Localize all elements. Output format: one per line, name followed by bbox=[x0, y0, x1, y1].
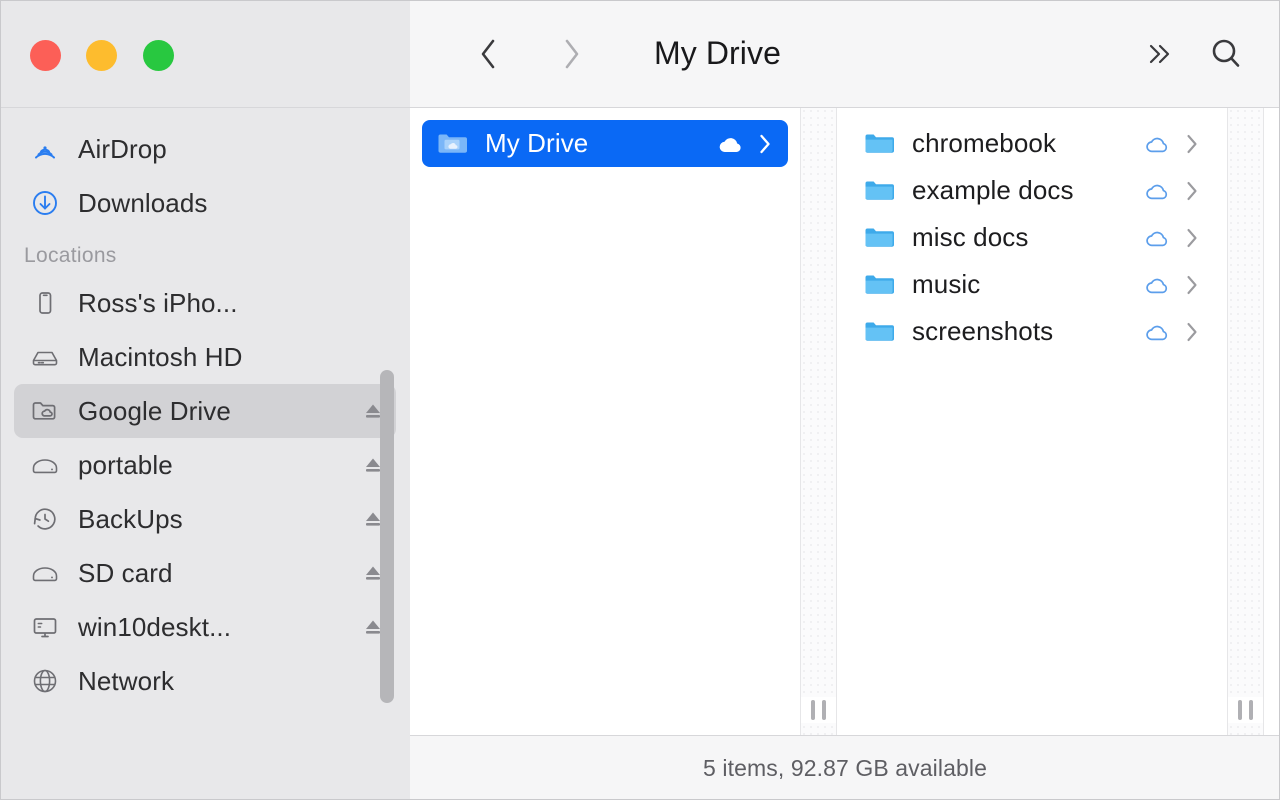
file-name: My Drive bbox=[485, 128, 589, 158]
sidebar-scrollbar[interactable] bbox=[380, 370, 394, 703]
sidebar-section-locations: Locations bbox=[24, 244, 117, 267]
chevron-right-icon[interactable] bbox=[1183, 272, 1201, 298]
sidebar-item-google-drive[interactable]: Google Drive bbox=[14, 384, 396, 438]
downloads-icon bbox=[28, 186, 62, 220]
iphone-icon bbox=[28, 286, 62, 320]
sidebar: AirDrop Downloads Locations Ross's iPho.… bbox=[0, 0, 410, 800]
column-2: chromebook example docs misc docs music … bbox=[837, 108, 1227, 735]
forward-button[interactable] bbox=[548, 31, 594, 77]
sidebar-item-macintosh-hd[interactable]: Macintosh HD bbox=[14, 330, 396, 384]
folder-icon bbox=[861, 126, 897, 162]
grip-bar bbox=[1238, 700, 1242, 720]
search-button[interactable] bbox=[1200, 28, 1252, 80]
grip-bar bbox=[1249, 700, 1253, 720]
file-row-my-drive[interactable]: My Drive bbox=[422, 120, 788, 167]
harddisk-icon bbox=[28, 448, 62, 482]
sidebar-item-label: Ross's iPho... bbox=[78, 287, 238, 318]
cloud-filled-icon bbox=[716, 129, 746, 159]
grip-bar bbox=[811, 700, 815, 720]
sidebar-item-label: SD card bbox=[78, 557, 173, 588]
sidebar-item-label: Macintosh HD bbox=[78, 341, 243, 372]
titlebar-traffic-lights bbox=[0, 0, 410, 108]
file-row-misc-docs[interactable]: misc docs bbox=[849, 214, 1215, 261]
chevron-right-icon[interactable] bbox=[1183, 131, 1201, 157]
sidebar-item-label: Downloads bbox=[78, 187, 208, 218]
cloud-outline-icon bbox=[1143, 129, 1173, 159]
sidebar-item-label: Network bbox=[78, 665, 175, 696]
file-name: music bbox=[912, 269, 981, 299]
drive-folder-icon bbox=[434, 126, 470, 162]
sidebar-list: AirDrop Downloads Locations Ross's iPho.… bbox=[0, 108, 410, 708]
folder-icon bbox=[861, 267, 897, 303]
file-name: screenshots bbox=[912, 316, 1054, 346]
toolbar-overflow-button[interactable] bbox=[1132, 28, 1184, 80]
maximize-button[interactable] bbox=[142, 40, 174, 71]
sidebar-item-win10desktop[interactable]: win10deskt... bbox=[14, 600, 396, 654]
harddisk-icon bbox=[28, 340, 62, 374]
chevron-right-icon[interactable] bbox=[756, 131, 774, 157]
status-bar: 5 items, 92.87 GB available bbox=[410, 736, 1280, 800]
column-resize-grip[interactable] bbox=[1228, 697, 1263, 723]
cloud-outline-icon bbox=[1143, 317, 1173, 347]
column-resize-grip[interactable] bbox=[801, 697, 836, 723]
folder-icon bbox=[861, 220, 897, 256]
display-icon bbox=[28, 610, 62, 644]
content-area: My Drive My Drive chromebook example doc… bbox=[410, 0, 1280, 800]
sidebar-item-portable[interactable]: portable bbox=[14, 438, 396, 492]
close-button[interactable] bbox=[30, 40, 61, 71]
chevron-right-icon[interactable] bbox=[1183, 225, 1201, 251]
sidebar-item-backups[interactable]: BackUps bbox=[14, 492, 396, 546]
file-row-chromebook[interactable]: chromebook bbox=[849, 120, 1215, 167]
toolbar: My Drive bbox=[410, 0, 1280, 108]
status-text: 5 items, 92.87 GB available bbox=[703, 754, 987, 781]
cloud-outline-icon bbox=[1143, 223, 1173, 253]
finder-window: AirDrop Downloads Locations Ross's iPho.… bbox=[0, 0, 1280, 800]
sidebar-item-airdrop[interactable]: AirDrop bbox=[14, 122, 396, 176]
timemachine-icon bbox=[28, 502, 62, 536]
sidebar-item-downloads[interactable]: Downloads bbox=[14, 176, 396, 230]
sidebar-item-sd-card[interactable]: SD card bbox=[14, 546, 396, 600]
back-button[interactable] bbox=[466, 31, 512, 77]
grip-bar bbox=[822, 700, 826, 720]
harddisk-icon bbox=[28, 556, 62, 590]
column-1: My Drive bbox=[410, 108, 800, 735]
file-row-screenshots[interactable]: screenshots bbox=[849, 308, 1215, 355]
file-name: chromebook bbox=[912, 128, 1057, 158]
sidebar-item-label: AirDrop bbox=[78, 133, 167, 164]
file-name: misc docs bbox=[912, 222, 1029, 252]
page-title: My Drive bbox=[654, 35, 782, 71]
column-browser: My Drive chromebook example docs misc do… bbox=[410, 108, 1280, 736]
file-row-example-docs[interactable]: example docs bbox=[849, 167, 1215, 214]
chevron-right-icon[interactable] bbox=[1183, 319, 1201, 345]
sidebar-item-network[interactable]: Network bbox=[14, 654, 396, 708]
column-3 bbox=[1264, 108, 1280, 735]
sidebar-item-label: Google Drive bbox=[78, 395, 231, 426]
column-divider-1[interactable] bbox=[800, 108, 837, 735]
chevron-right-icon[interactable] bbox=[1183, 178, 1201, 204]
file-row-music[interactable]: music bbox=[849, 261, 1215, 308]
sidebar-item-label: BackUps bbox=[78, 503, 183, 534]
minimize-button[interactable] bbox=[86, 40, 118, 71]
sidebar-item-label: win10deskt... bbox=[78, 611, 232, 642]
folder-icon bbox=[861, 173, 897, 209]
file-name: example docs bbox=[912, 175, 1074, 205]
column-divider-2[interactable] bbox=[1227, 108, 1264, 735]
cloud-outline-icon bbox=[1143, 270, 1173, 300]
drive-folder-icon bbox=[28, 394, 62, 428]
sidebar-item-label: portable bbox=[78, 449, 173, 480]
folder-icon bbox=[861, 314, 897, 350]
cloud-outline-icon bbox=[1143, 176, 1173, 206]
globe-icon bbox=[28, 664, 62, 698]
airdrop-icon bbox=[28, 132, 62, 166]
sidebar-item-ross-s-iphone[interactable]: Ross's iPho... bbox=[14, 276, 396, 330]
